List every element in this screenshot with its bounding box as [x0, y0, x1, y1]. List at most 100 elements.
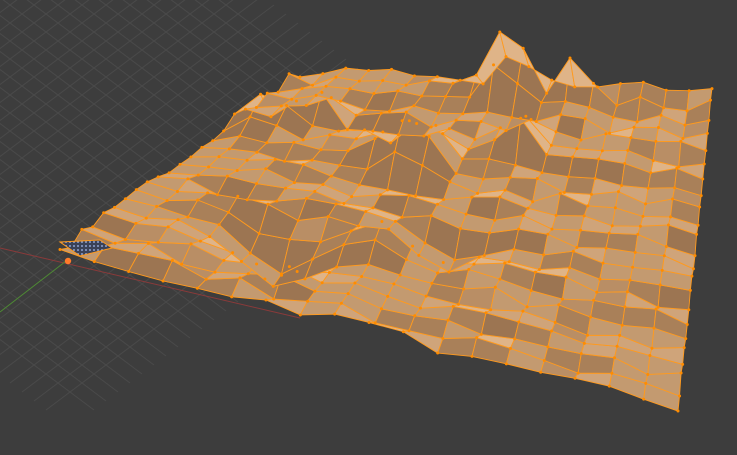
mesh-vertex[interactable]: [470, 195, 474, 199]
mesh-vertex[interactable]: [231, 251, 235, 255]
mesh-vertex[interactable]: [638, 224, 642, 228]
mesh-vertex[interactable]: [524, 114, 528, 118]
mesh-vertex[interactable]: [549, 143, 553, 147]
mesh-vertex[interactable]: [342, 201, 346, 205]
mesh-vertex[interactable]: [196, 198, 200, 202]
mesh-vertex[interactable]: [441, 260, 445, 264]
mesh-vertex[interactable]: [550, 78, 554, 82]
mesh-face[interactable]: [574, 372, 613, 387]
mesh-vertex[interactable]: [568, 56, 572, 60]
viewport-canvas[interactable]: [0, 0, 737, 455]
mesh-vertex[interactable]: [462, 287, 466, 291]
mesh-vertex[interactable]: [608, 131, 612, 135]
mesh-vertex[interactable]: [683, 123, 687, 127]
mesh-vertex[interactable]: [611, 115, 615, 119]
mesh-vertex[interactable]: [271, 284, 275, 288]
mesh-vertex[interactable]: [498, 195, 502, 199]
mesh-vertex[interactable]: [554, 213, 558, 217]
mesh-vertex[interactable]: [702, 162, 706, 166]
mesh-vertex[interactable]: [525, 305, 529, 309]
mesh-vertex[interactable]: [412, 74, 416, 78]
mesh-vertex[interactable]: [488, 231, 492, 235]
mesh-vertex[interactable]: [217, 223, 221, 227]
mesh-vertex[interactable]: [400, 215, 404, 219]
mesh-vertex[interactable]: [575, 147, 579, 151]
mesh-vertex[interactable]: [654, 307, 658, 311]
mesh-vertex[interactable]: [424, 294, 428, 298]
mesh-vertex[interactable]: [393, 219, 397, 223]
mesh-vertex[interactable]: [484, 311, 488, 315]
mesh-vertex[interactable]: [610, 224, 614, 228]
mesh-vertex[interactable]: [283, 159, 287, 163]
mesh-vertex[interactable]: [687, 308, 691, 312]
mesh-vertex[interactable]: [539, 370, 543, 374]
mesh-vertex[interactable]: [503, 261, 507, 265]
mesh-vertex[interactable]: [510, 115, 514, 119]
mesh-vertex[interactable]: [579, 138, 583, 142]
mesh-vertex[interactable]: [446, 318, 450, 322]
mesh-vertex[interactable]: [618, 333, 622, 337]
mesh-vertex[interactable]: [598, 277, 602, 281]
mesh-vertex[interactable]: [265, 141, 269, 145]
mesh-vertex[interactable]: [531, 200, 535, 204]
mesh-vertex[interactable]: [207, 165, 211, 169]
mesh-vertex[interactable]: [464, 212, 468, 216]
mesh-vertex[interactable]: [517, 320, 521, 324]
mesh-vertex[interactable]: [607, 231, 611, 235]
mesh-vertex[interactable]: [648, 353, 652, 357]
mesh-vertex[interactable]: [233, 112, 237, 116]
mesh-vertex[interactable]: [272, 297, 276, 301]
mesh-vertex[interactable]: [381, 130, 385, 134]
mesh-vertex[interactable]: [427, 134, 431, 138]
mesh-vertex[interactable]: [235, 168, 239, 172]
mesh-vertex[interactable]: [604, 132, 608, 136]
mesh-vertex[interactable]: [533, 270, 537, 274]
mesh-vertex[interactable]: [451, 81, 455, 85]
mesh-vertex[interactable]: [364, 209, 368, 213]
mesh-vertex[interactable]: [515, 81, 519, 85]
mesh-vertex[interactable]: [526, 206, 530, 210]
mesh-vertex[interactable]: [527, 65, 531, 69]
mesh-vertex[interactable]: [338, 163, 342, 167]
mesh-vertex[interactable]: [595, 290, 599, 294]
mesh-vertex[interactable]: [693, 254, 697, 258]
mesh-vertex[interactable]: [390, 67, 394, 71]
mesh-vertex[interactable]: [226, 210, 230, 214]
mesh-vertex[interactable]: [155, 204, 159, 208]
mesh-vertex[interactable]: [58, 247, 62, 251]
mesh-vertex[interactable]: [404, 110, 408, 114]
mesh-vertex[interactable]: [236, 194, 240, 198]
mesh-vertex[interactable]: [623, 161, 627, 165]
mesh-vertex[interactable]: [589, 315, 593, 319]
mesh-vertex[interactable]: [156, 175, 160, 179]
mesh-face[interactable]: [563, 176, 596, 195]
mesh-vertex[interactable]: [389, 141, 393, 145]
mesh-vertex[interactable]: [701, 177, 705, 181]
mesh-vertex[interactable]: [392, 282, 396, 286]
mesh-vertex[interactable]: [592, 298, 596, 302]
mesh-vertex[interactable]: [467, 267, 471, 271]
mesh-vertex[interactable]: [334, 202, 338, 206]
mesh-vertex[interactable]: [339, 99, 343, 103]
mesh-vertex[interactable]: [461, 112, 465, 116]
mesh-vertex[interactable]: [123, 197, 127, 201]
mesh-vertex[interactable]: [635, 120, 639, 124]
mesh-vertex[interactable]: [631, 265, 635, 269]
mesh-vertex[interactable]: [215, 193, 219, 197]
mesh-vertex[interactable]: [257, 232, 261, 236]
mesh-vertex[interactable]: [582, 214, 586, 218]
mesh-vertex[interactable]: [529, 118, 533, 122]
mesh-vertex[interactable]: [373, 321, 377, 325]
mesh-vertex[interactable]: [436, 111, 440, 115]
mesh-vertex[interactable]: [180, 262, 184, 266]
mesh-vertex[interactable]: [656, 126, 660, 130]
mesh-vertex[interactable]: [448, 180, 452, 184]
mesh-vertex[interactable]: [146, 241, 150, 245]
mesh-vertex[interactable]: [372, 92, 376, 96]
mesh-vertex[interactable]: [227, 147, 231, 151]
mesh-vertex[interactable]: [320, 90, 324, 94]
mesh-vertex[interactable]: [373, 136, 377, 140]
mesh-vertex[interactable]: [404, 83, 408, 87]
mesh-vertex[interactable]: [696, 223, 700, 227]
mesh-vertex[interactable]: [166, 225, 170, 229]
